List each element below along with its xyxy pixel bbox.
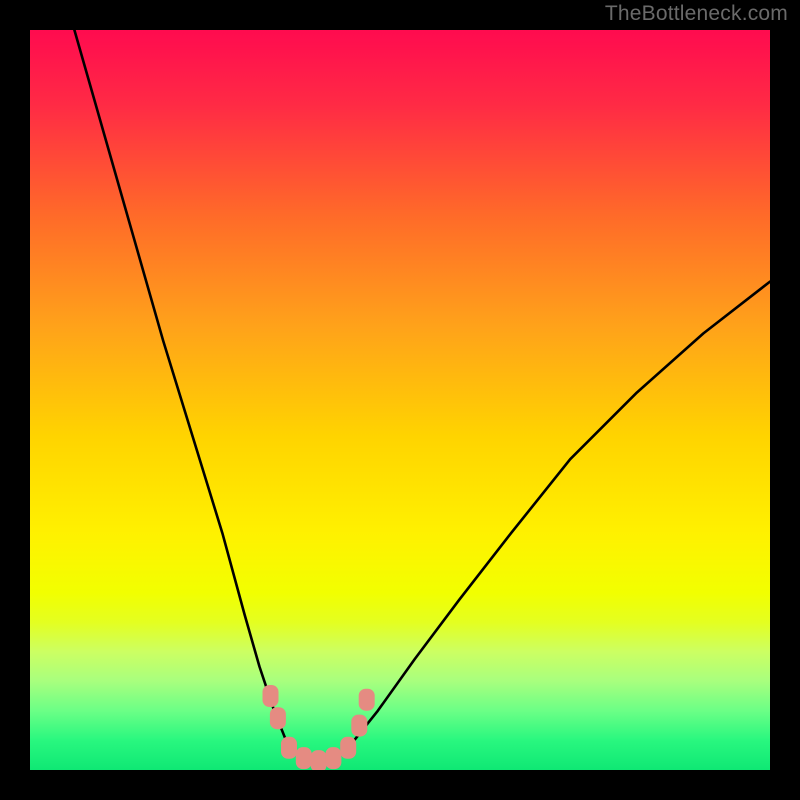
trough-marker — [296, 747, 312, 769]
plot-area — [30, 30, 770, 770]
trough-marker — [270, 707, 286, 729]
bottleneck-path — [74, 30, 770, 763]
trough-markers — [263, 685, 375, 770]
trough-marker — [340, 737, 356, 759]
trough-marker — [311, 750, 327, 770]
trough-marker — [359, 689, 375, 711]
bottleneck-curve — [74, 30, 770, 763]
curve-layer — [30, 30, 770, 770]
trough-marker — [351, 715, 367, 737]
trough-marker — [263, 685, 279, 707]
trough-marker — [325, 747, 341, 769]
chart-frame: TheBottleneck.com — [0, 0, 800, 800]
trough-marker — [281, 737, 297, 759]
watermark-text: TheBottleneck.com — [605, 2, 788, 26]
